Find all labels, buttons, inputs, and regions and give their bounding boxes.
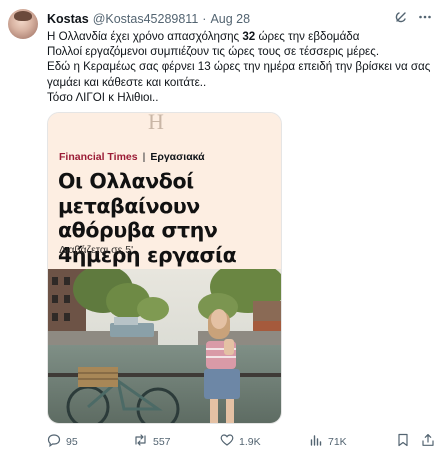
author-handle[interactable]: @Kostas45289811 (93, 12, 199, 26)
link-card[interactable]: H Financial Times | Εργασιακά Οι Ολλανδο… (47, 112, 282, 424)
source-category: Εργασιακά (150, 151, 205, 163)
reply-button[interactable]: 95 (47, 433, 78, 450)
repost-icon (133, 433, 148, 450)
card-source: Financial Times | Εργασιακά (59, 151, 205, 163)
repost-count: 557 (153, 435, 171, 448)
author-name[interactable]: Kostas (47, 12, 89, 26)
tweet-line-2: Πολλοί εργαζόμενοι συμπιέζουν τις ώρες τ… (47, 45, 380, 59)
tweet-actions: 95 557 1.9K 71K (47, 433, 435, 449)
more-icon[interactable] (418, 10, 432, 29)
tweet[interactable]: Kostas @Kostas45289811 · Aug 28 Η Ολλανδ… (0, 0, 442, 456)
repost-button[interactable]: 557 (133, 433, 171, 450)
bookmark-button[interactable] (397, 433, 409, 450)
tweet-text: Η Ολλανδία έχει χρόνο απασχόλησης 32 ώρε… (47, 29, 433, 105)
source-name: Financial Times (59, 151, 138, 163)
tweet-header: Kostas @Kostas45289811 · Aug 28 (47, 11, 250, 27)
heart-icon (220, 433, 234, 450)
card-photo (48, 269, 281, 423)
reply-icon (47, 433, 61, 450)
views-icon (309, 433, 323, 450)
bookmark-icon (397, 433, 409, 450)
views-button[interactable]: 71K (309, 433, 347, 450)
card-text-area: H Financial Times | Εργασιακά Οι Ολλανδο… (48, 113, 281, 269)
like-button[interactable]: 1.9K (220, 433, 261, 450)
tweet-date[interactable]: Aug 28 (210, 12, 250, 26)
tweet-line-3: Εδώ η Κεραμέως σας φέρνει 13 ώρες την ημ… (47, 60, 431, 74)
share-button[interactable] (421, 433, 435, 450)
reply-count: 95 (66, 435, 78, 448)
tweet-line-5: Τόσο ΛΙΓΟΙ κ Ηλιθιοι.. (47, 90, 159, 104)
like-count: 1.9K (239, 435, 261, 448)
share-icon (421, 433, 435, 450)
source-divider: | (142, 151, 146, 163)
card-read-time: Διαβάζεται σε 5' (59, 244, 134, 256)
avatar[interactable] (8, 9, 38, 39)
tweet-top-actions (394, 10, 432, 29)
tweet-line-1: Η Ολλανδία έχει χρόνο απασχόλησης 32 ώρε… (47, 30, 360, 43)
separator-dot: · (202, 12, 207, 26)
grok-icon[interactable] (394, 10, 408, 29)
card-logo-fragment: H (148, 112, 164, 134)
views-count: 71K (328, 435, 347, 448)
tweet-line-4: γαμάει και κάθεστε και κοιτάτε.. (47, 75, 207, 89)
